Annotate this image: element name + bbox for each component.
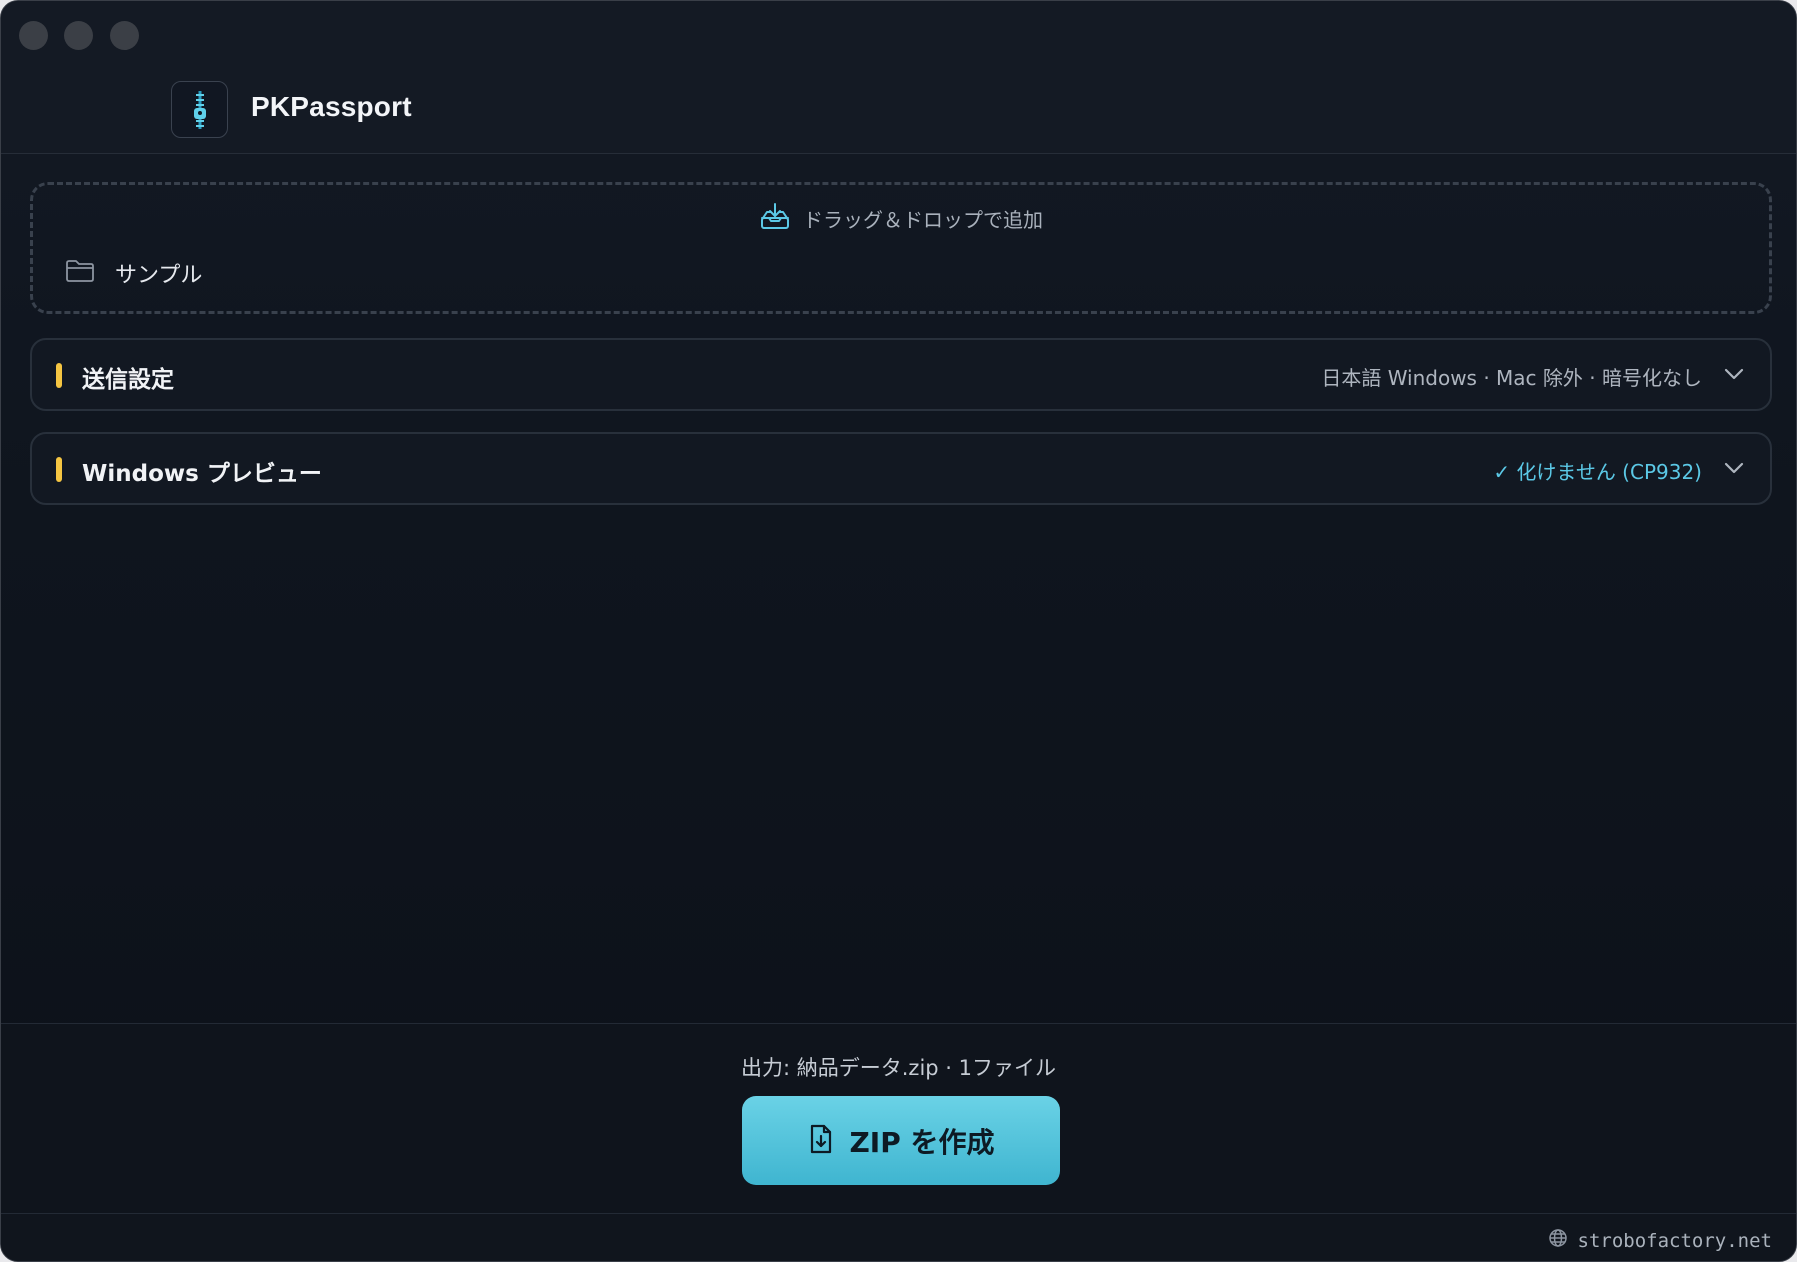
drop-hint: ドラッグ＆ドロップで追加: [33, 201, 1769, 236]
panel-summary: 日本語 Windows · Mac 除外 · 暗号化なし: [1321, 366, 1702, 390]
create-zip-button[interactable]: ZIP を作成: [742, 1096, 1060, 1185]
create-zip-label: ZIP を作成: [849, 1125, 995, 1159]
panel-title: 送信設定: [82, 367, 174, 393]
chevron-down-icon[interactable]: [1724, 460, 1744, 479]
send-settings-panel[interactable]: 送信設定 日本語 Windows · Mac 除外 · 暗号化なし: [30, 338, 1772, 411]
panel-summary: ✓ 化けません (CP932): [1493, 460, 1702, 484]
site-link[interactable]: strobofactory.net: [1548, 1228, 1772, 1253]
zipper-icon: [171, 81, 228, 138]
panel-title: Windows プレビュー: [82, 461, 322, 487]
minimize-window-button[interactable]: [64, 21, 93, 50]
folder-label: サンプル: [115, 263, 203, 288]
drop-hint-text: ドラッグ＆ドロップで追加: [803, 208, 1043, 232]
app-window: PKPassport ドラッグ＆ドロップで追加 サンプル 送信設定 日本語 Wi…: [0, 0, 1797, 1262]
globe-icon: [1548, 1228, 1568, 1253]
site-text: strobofactory.net: [1577, 1229, 1772, 1252]
close-window-button[interactable]: [19, 21, 48, 50]
footer: 出力: 納品データ.zip · 1ファイル ZIP を作成: [1, 1023, 1796, 1214]
accent-bar: [56, 457, 62, 482]
tray-download-icon: [759, 201, 791, 236]
drop-zone[interactable]: ドラッグ＆ドロップで追加 サンプル: [30, 182, 1772, 314]
status-bar: strobofactory.net: [1, 1213, 1796, 1261]
title-bar: PKPassport: [1, 1, 1796, 154]
output-summary: 出力: 納品データ.zip · 1ファイル: [741, 1056, 1056, 1080]
chevron-down-icon[interactable]: [1724, 366, 1744, 385]
app-title: PKPassport: [251, 91, 412, 122]
list-item[interactable]: サンプル: [65, 257, 202, 289]
windows-preview-panel[interactable]: Windows プレビュー ✓ 化けません (CP932): [30, 432, 1772, 505]
file-download-icon: [808, 1124, 834, 1158]
folder-icon: [65, 259, 95, 287]
zoom-window-button[interactable]: [110, 21, 139, 50]
accent-bar: [56, 363, 62, 388]
